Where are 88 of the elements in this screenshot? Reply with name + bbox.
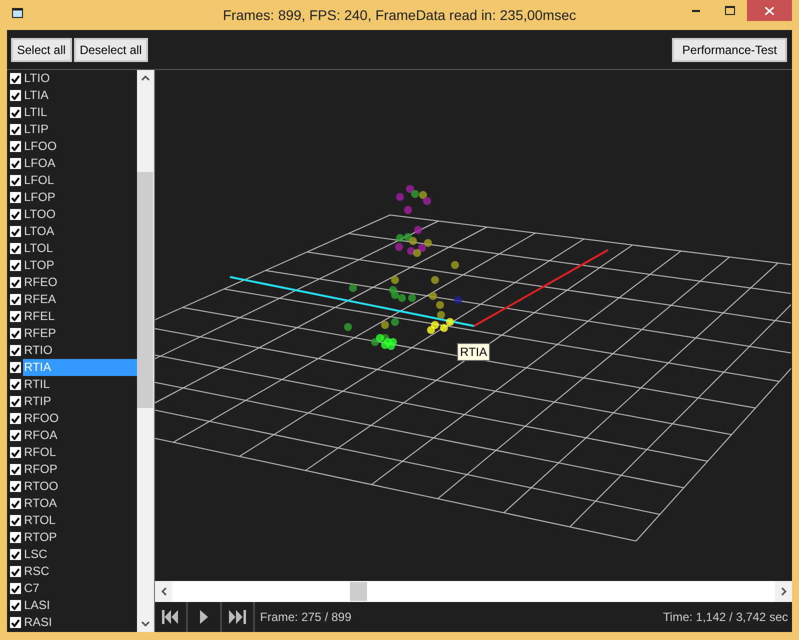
marker-item[interactable]: LTIO	[23, 70, 138, 87]
scrollbar-thumb[interactable]	[137, 172, 154, 408]
marker-item[interactable]: RFOL	[23, 444, 138, 461]
checkbox[interactable]	[10, 515, 21, 526]
checkbox[interactable]	[10, 209, 21, 220]
marker-item[interactable]: LTIL	[23, 104, 138, 121]
scroll-left-icon	[160, 587, 166, 596]
checkbox[interactable]	[10, 141, 21, 152]
deselect-all-button[interactable]: Deselect all	[74, 38, 148, 62]
checkbox[interactable]	[10, 158, 21, 169]
checkbox[interactable]	[10, 260, 21, 271]
checkbox[interactable]	[10, 617, 21, 628]
marker-item[interactable]: RTIL	[23, 376, 138, 393]
marker-item[interactable]: RFEL	[23, 308, 138, 325]
marker-item[interactable]: RTOA	[23, 495, 138, 512]
marker-item[interactable]: RFEO	[23, 274, 138, 291]
checkbox[interactable]	[10, 566, 21, 577]
checkbox[interactable]	[10, 73, 21, 84]
checkbox[interactable]	[10, 175, 21, 186]
checkbox[interactable]	[10, 532, 21, 543]
checkbox[interactable]	[10, 498, 21, 509]
marker-item[interactable]: LFOL	[23, 172, 138, 189]
scrollbar-thumb[interactable]	[350, 582, 367, 601]
marker-item[interactable]: RTOP	[23, 529, 138, 546]
marker-item[interactable]: LASI	[23, 597, 138, 614]
checkbox[interactable]	[10, 226, 21, 237]
performance-test-button[interactable]: Performance-Test	[672, 38, 787, 62]
marker-item[interactable]: LFOP	[23, 189, 138, 206]
marker-item[interactable]: C7	[23, 580, 138, 597]
marker-item[interactable]: LSC	[23, 546, 138, 563]
marker-item[interactable]: RFEA	[23, 291, 138, 308]
marker-item[interactable]: LTOL	[23, 240, 138, 257]
marker-item[interactable]: RTOO	[23, 478, 138, 495]
checkbox[interactable]	[10, 413, 21, 424]
marker-item[interactable]: RSC	[23, 563, 138, 580]
window-title: Frames: 899, FPS: 240, FrameData read in: 235,00msec	[222, 6, 576, 24]
checkbox[interactable]	[10, 447, 21, 458]
skip-to-start-icon	[162, 610, 179, 624]
frame-counter: Frame: 275 / 899	[260, 609, 352, 626]
vertical-scrollbar[interactable]	[137, 70, 154, 632]
select-all-button[interactable]: Select all	[11, 38, 72, 62]
play-icon	[200, 610, 208, 624]
marker-item[interactable]: RFOP	[23, 461, 138, 478]
checkbox[interactable]	[10, 294, 21, 305]
checkbox[interactable]	[10, 345, 21, 356]
marker-item[interactable]: RTOL	[23, 512, 138, 529]
checkbox[interactable]	[10, 311, 21, 322]
scroll-down-icon	[141, 621, 150, 627]
marker-item[interactable]: LTIP	[23, 121, 138, 138]
scroll-up-icon	[141, 75, 150, 81]
marker-item[interactable]: RFOA	[23, 427, 138, 444]
time-readout: Time: 1,142 / 3,742 sec	[663, 609, 788, 626]
checkbox[interactable]	[10, 107, 21, 118]
checkbox[interactable]	[10, 328, 21, 339]
checkbox[interactable]	[10, 600, 21, 611]
checkbox[interactable]	[10, 464, 21, 475]
checkbox[interactable]	[10, 396, 21, 407]
checkbox[interactable]	[10, 192, 21, 203]
marker-item[interactable]: RTIO	[23, 342, 138, 359]
checkbox[interactable]	[10, 430, 21, 441]
close-icon	[765, 6, 774, 14]
checkbox[interactable]	[10, 90, 21, 101]
maximize-icon	[725, 6, 735, 15]
marker-item[interactable]: LTOO	[23, 206, 138, 223]
marker-item[interactable]: LFOO	[23, 138, 138, 155]
marker-item[interactable]: LTOP	[23, 257, 138, 274]
marker-item[interactable]: RTIP	[23, 393, 138, 410]
marker-item[interactable]: RFOO	[23, 410, 138, 427]
close-button[interactable]	[747, 0, 792, 21]
checkbox[interactable]	[10, 362, 21, 373]
checkbox[interactable]	[10, 549, 21, 560]
marker-item[interactable]: RFEP	[23, 325, 138, 342]
marker-item[interactable]: LFOA	[23, 155, 138, 172]
checkbox[interactable]	[10, 243, 21, 254]
horizontal-scrollbar[interactable]	[155, 581, 792, 602]
skip-to-end-icon	[229, 610, 246, 624]
tooltip: RTIA	[457, 343, 490, 361]
marker-item[interactable]: RASI	[23, 614, 138, 631]
window-icon	[12, 8, 23, 18]
checkbox[interactable]	[10, 481, 21, 492]
minimize-icon	[692, 10, 700, 12]
checkbox[interactable]	[10, 583, 21, 594]
marker-item[interactable]: LTIA	[23, 87, 138, 104]
marker-item[interactable]: LTOA	[23, 223, 138, 240]
checkbox[interactable]	[10, 277, 21, 288]
checkbox[interactable]	[10, 124, 21, 135]
scroll-right-icon	[780, 587, 786, 596]
checkbox[interactable]	[10, 379, 21, 390]
